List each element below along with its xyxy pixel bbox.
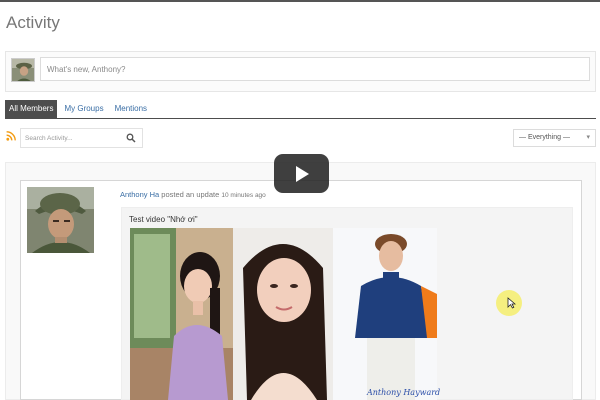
top-border [0, 0, 600, 2]
cursor-icon [507, 297, 516, 309]
post-form [5, 51, 596, 92]
activity-search [20, 128, 143, 148]
rss-icon[interactable] [6, 131, 16, 141]
whats-new-input[interactable] [40, 57, 590, 81]
video-panel-right [333, 228, 437, 400]
activity-filter-select[interactable]: — Everything — ▾ [513, 129, 596, 147]
play-button[interactable] [274, 154, 329, 193]
tab-mentions[interactable]: Mentions [111, 100, 151, 118]
activity-user-avatar[interactable] [27, 187, 94, 253]
filter-selected-value: — Everything — [519, 134, 570, 141]
activity-time[interactable]: 10 minutes ago [221, 192, 265, 199]
video-player[interactable] [130, 228, 437, 400]
tabs-divider [5, 118, 596, 119]
tab-all-members[interactable]: All Members [5, 100, 58, 118]
video-panel-left [130, 228, 233, 400]
video-title: Test video "Nhớ ơi" [129, 215, 198, 224]
play-icon [296, 166, 309, 182]
chevron-down-icon: ▾ [586, 134, 590, 141]
current-user-avatar[interactable] [11, 58, 35, 82]
activity-header: Anthony Ha posted an update 10 minutes a… [120, 190, 266, 199]
activity-tabs: All Members My Groups Mentions [5, 100, 154, 118]
activity-user-link[interactable]: Anthony Ha [120, 190, 159, 199]
search-icon[interactable] [126, 133, 136, 143]
activity-action: posted an update [159, 190, 222, 199]
search-input[interactable] [25, 132, 121, 145]
video-panel-center [233, 228, 333, 400]
tab-my-groups[interactable]: My Groups [60, 100, 107, 118]
page-title: Activity [6, 13, 60, 32]
video-watermark: Anthony Hayward [367, 388, 441, 397]
